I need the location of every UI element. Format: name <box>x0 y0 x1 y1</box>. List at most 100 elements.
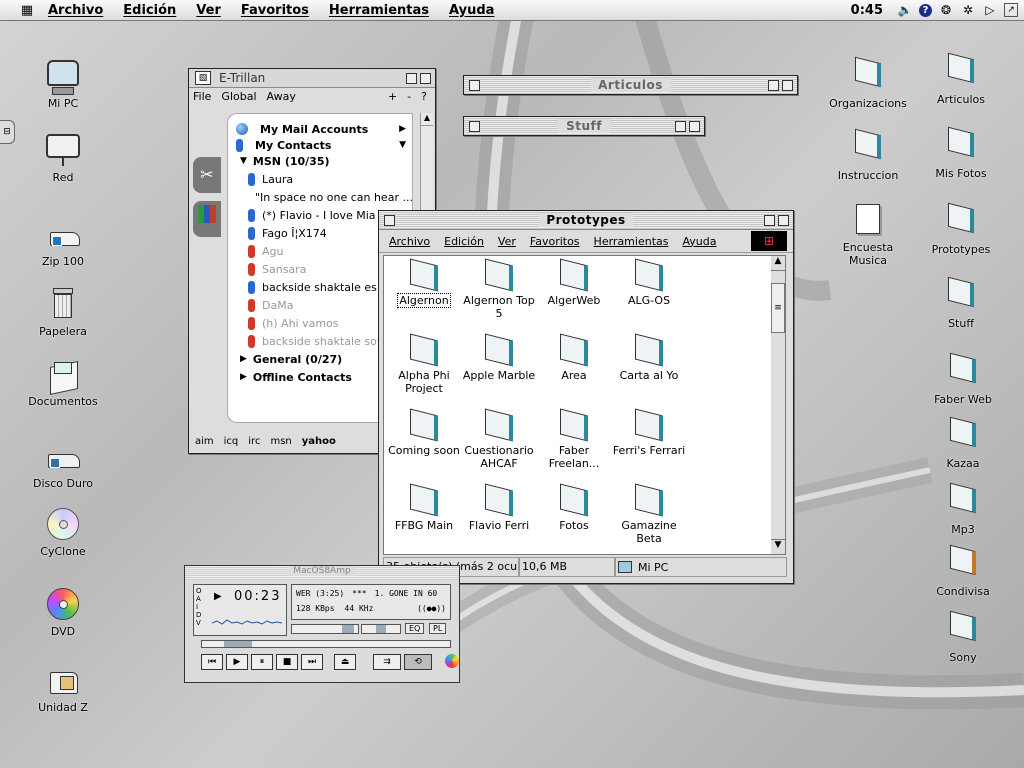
menu-herramientas[interactable]: Herramientas <box>329 3 429 18</box>
desktop-doc-encuesta-musica[interactable]: Encuesta Musica <box>823 204 913 267</box>
folder-item[interactable]: Gamazine Beta <box>611 483 687 545</box>
folder-item[interactable]: Algernon <box>386 258 462 308</box>
titlebar[interactable]: Prototypes <box>379 211 793 230</box>
close-box[interactable] <box>469 80 480 91</box>
volume-slider[interactable] <box>291 624 359 634</box>
desktop-icon-red[interactable]: Red <box>18 134 108 184</box>
desktop-folder-faber-web[interactable]: Faber Web <box>918 352 1008 406</box>
play-icon[interactable]: ▷ <box>982 2 998 18</box>
remove-button[interactable]: - <box>407 90 411 103</box>
desktop-folder-sony[interactable]: Sony <box>918 610 1008 664</box>
next-icon[interactable]: ⏭ <box>301 654 323 670</box>
eject-icon[interactable]: ⏏ <box>334 654 356 670</box>
msn-group[interactable]: ▼ MSN (10/35) <box>228 152 412 170</box>
seek-bar[interactable] <box>201 640 451 648</box>
drawer-tab[interactable]: ⊟ <box>0 120 15 144</box>
balance-thumb[interactable] <box>376 625 386 633</box>
desktop-folder-condivisa[interactable]: Condivisa <box>918 544 1008 598</box>
folder-item[interactable]: ALG-OS <box>611 258 687 307</box>
clock[interactable]: 0:45 <box>851 3 883 18</box>
desktop-folder-articulos[interactable]: Articulos <box>916 52 1006 106</box>
menu-edicion[interactable]: Edición <box>123 3 176 18</box>
desktop-icon-disco-duro[interactable]: Disco Duro <box>18 440 108 490</box>
menu-herramientas[interactable]: Herramientas <box>594 235 669 248</box>
stop-icon[interactable]: ■ <box>276 654 298 670</box>
desktop-icon-unidad-z[interactable]: Unidad Z <box>18 664 108 714</box>
menu-away[interactable]: Away <box>267 90 296 103</box>
titlebar[interactable]: Stuff <box>464 117 704 135</box>
desktop-folder-prototypes[interactable]: Prototypes <box>916 202 1006 256</box>
desktop-folder-instruccion[interactable]: Instruccion <box>823 128 913 182</box>
mail-accounts-row[interactable]: My Mail Accounts ▶ <box>228 120 412 138</box>
protocol-irc[interactable]: irc <box>248 436 260 447</box>
chevron-right-icon[interactable]: ▶ <box>240 354 247 364</box>
contact-row[interactable]: Laura <box>228 170 412 188</box>
window-stuff-collapsed[interactable]: Stuff <box>463 116 705 136</box>
titlebar[interactable]: Articulos <box>464 76 797 94</box>
my-contacts-row[interactable]: My Contacts ▼ <box>228 138 412 152</box>
shuffle-icon[interactable]: ⇉ <box>373 654 401 670</box>
titlebar[interactable]: ▧ E-Trillan <box>189 69 435 88</box>
menu-favoritos[interactable]: Favoritos <box>530 235 580 248</box>
collapse-box[interactable] <box>782 80 793 91</box>
play-icon[interactable]: ▶ <box>226 654 248 670</box>
close-box[interactable] <box>384 215 395 226</box>
volume-icon[interactable]: 🔈 <box>897 2 913 18</box>
window-articulos-collapsed[interactable]: Articulos <box>463 75 798 95</box>
balance-slider[interactable] <box>361 624 401 634</box>
folder-item[interactable]: Fotos <box>536 483 612 532</box>
desktop-folder-mp3[interactable]: Mp3 <box>918 482 1008 536</box>
folder-item[interactable]: Faber Freelan... <box>536 408 612 470</box>
close-box[interactable] <box>469 121 480 132</box>
menu-favoritos[interactable]: Favoritos <box>241 3 309 18</box>
previous-icon[interactable]: ⏮ <box>201 654 223 670</box>
playlist-button[interactable]: PL <box>429 623 447 634</box>
menu-ayuda[interactable]: Ayuda <box>449 3 494 18</box>
scroll-down-icon[interactable]: ▼ <box>771 539 785 554</box>
add-button[interactable]: + <box>388 90 397 103</box>
menu-archivo[interactable]: Archivo <box>48 3 103 18</box>
seek-thumb[interactable] <box>224 641 252 647</box>
zoom-box[interactable] <box>406 73 417 84</box>
menu-global[interactable]: Global <box>221 90 256 103</box>
tools-tab-icon[interactable]: ✂ <box>193 157 221 193</box>
contact-row[interactable]: "In space no one can hear ... <box>228 188 412 206</box>
pause-icon[interactable]: ⏸ <box>251 654 273 670</box>
desktop-folder-mis-fotos[interactable]: Mis Fotos <box>916 126 1006 180</box>
desktop-folder-stuff[interactable]: Stuff <box>916 276 1006 330</box>
menu-edicion[interactable]: Edición <box>444 235 484 248</box>
folder-item[interactable]: Algernon Top 5 <box>461 258 537 320</box>
chevron-right-icon[interactable]: ▶ <box>240 372 247 382</box>
menu-ver[interactable]: Ver <box>498 235 516 248</box>
zoom-box[interactable] <box>764 215 775 226</box>
repeat-icon[interactable]: ⟲ <box>404 654 432 670</box>
network-icon[interactable]: ❂ <box>938 2 954 18</box>
protocol-msn[interactable]: msn <box>270 436 291 447</box>
folder-item[interactable]: Coming soon <box>386 408 462 457</box>
folder-item[interactable]: Apple Marble <box>461 333 537 382</box>
folder-item[interactable]: Ferri's Ferrari <box>611 408 687 457</box>
protocol-icq[interactable]: icq <box>224 436 239 447</box>
folder-item[interactable]: Carta al Yo <box>611 333 687 382</box>
desktop-folder-organizacions[interactable]: Organizacions <box>823 56 913 110</box>
desktop-icon-zip-100[interactable]: Zip 100 <box>18 218 108 268</box>
menu-archivo[interactable]: Archivo <box>389 235 430 248</box>
menu-ver[interactable]: Ver <box>196 3 221 18</box>
books-tab-icon[interactable] <box>193 201 221 237</box>
scroll-up-icon[interactable]: ▲ <box>771 256 785 271</box>
collapse-box[interactable] <box>689 121 700 132</box>
folder-item[interactable]: Area <box>536 333 612 382</box>
desktop-icon-mi-pc[interactable]: Mi PC <box>18 60 108 110</box>
titlebar[interactable]: MacOS8Amp <box>185 566 459 580</box>
desktop-icon-dvd[interactable]: DVD <box>18 588 108 638</box>
menu-ayuda[interactable]: Ayuda <box>682 235 716 248</box>
folder-item[interactable]: AlgerWeb <box>536 258 612 307</box>
help-icon[interactable]: ? <box>919 3 932 17</box>
help-button[interactable]: ? <box>421 90 427 103</box>
collapse-box[interactable] <box>420 73 431 84</box>
collapse-box[interactable] <box>778 215 789 226</box>
folder-item[interactable]: Alpha Phi Project <box>386 333 462 395</box>
desktop-icon-documentos[interactable]: Documentos <box>18 358 108 408</box>
zoom-box[interactable] <box>768 80 779 91</box>
volume-thumb[interactable] <box>342 625 354 633</box>
